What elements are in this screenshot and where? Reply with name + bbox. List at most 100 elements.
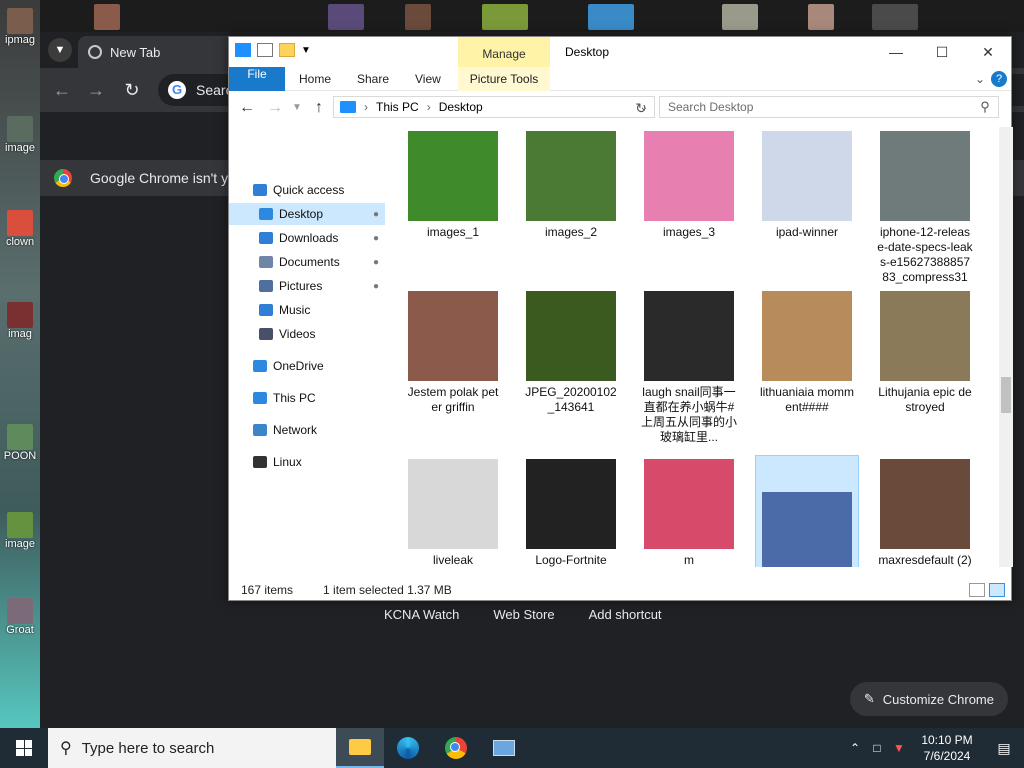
taskbar-edge[interactable]: [384, 728, 432, 768]
up-arrow-icon[interactable]: ↑: [307, 96, 331, 120]
reload-icon[interactable]: ↻: [120, 78, 144, 102]
desktop-icon[interactable]: Groat: [2, 598, 38, 636]
taskbar-chrome[interactable]: [432, 728, 480, 768]
breadcrumb-desktop[interactable]: Desktop: [439, 100, 483, 114]
desktop-thumb[interactable]: [872, 4, 918, 30]
nav-item-this-pc[interactable]: This PC: [229, 387, 385, 409]
desktop-icon[interactable]: ipmag: [2, 8, 38, 46]
properties-icon[interactable]: [257, 43, 273, 57]
file-item[interactable]: Logo-Fortnite: [519, 459, 623, 567]
shortcut-kcna-watch[interactable]: KCNA Watch: [384, 607, 459, 622]
vertical-scrollbar[interactable]: [999, 127, 1013, 567]
desktop-icon[interactable]: image: [2, 116, 38, 154]
file-item[interactable]: iphone-12-release-date-specs-leaks-e1562…: [873, 131, 977, 285]
ribbon-tab-view[interactable]: View: [415, 67, 441, 91]
customize-chrome-button[interactable]: ✎ Customize Chrome: [849, 682, 1008, 716]
close-icon[interactable]: ✕: [965, 37, 1011, 67]
desktop-thumb[interactable]: [482, 4, 528, 30]
minimize-icon[interactable]: —: [873, 37, 919, 67]
desktop-thumb[interactable]: [405, 4, 431, 30]
show-hidden-icons-icon[interactable]: ⌃: [844, 741, 866, 755]
desktop-thumb[interactable]: [808, 4, 834, 30]
nav-item-downloads[interactable]: Downloads ●: [229, 227, 385, 249]
volume-muted-icon[interactable]: ▼: [888, 741, 910, 755]
ribbon-manage-tab[interactable]: Manage: [458, 37, 550, 71]
file-item[interactable]: Mario_Kart_Wii_Logo: [755, 455, 859, 567]
taskbar-app-pc[interactable]: [480, 728, 528, 768]
explorer-titlebar: ▼ Manage Desktop — ☐ ✕: [229, 37, 1011, 71]
maximize-icon[interactable]: ☐: [919, 37, 965, 67]
desktop-icon[interactable]: POON: [2, 424, 38, 462]
desktop-thumb[interactable]: [328, 4, 364, 30]
address-bar[interactable]: › This PC › Desktop ⌄: [333, 96, 655, 118]
desktop-icon[interactable]: clown: [2, 210, 38, 248]
clock[interactable]: 10:10 PM 7/6/2024: [910, 732, 984, 764]
large-icons-view-icon[interactable]: [989, 583, 1005, 597]
file-item[interactable]: liveleak: [401, 459, 505, 567]
new-folder-icon[interactable]: [279, 43, 295, 57]
pin-icon[interactable]: ●: [373, 257, 379, 268]
pin-icon[interactable]: ●: [373, 209, 379, 220]
shortcut-web-store[interactable]: Web Store: [493, 607, 554, 622]
nav-item-pictures[interactable]: Pictures ●: [229, 275, 385, 297]
file-item[interactable]: m: [637, 459, 741, 567]
file-thumbnail: [408, 459, 498, 549]
file-item[interactable]: Jestem polak peter griffin: [401, 291, 505, 415]
ribbon-tab-share[interactable]: Share: [357, 67, 389, 91]
file-thumbnail: [880, 459, 970, 549]
file-item[interactable]: images_2: [519, 131, 623, 240]
desktop-icon-thumbnail: [7, 8, 33, 34]
taskbar-file-explorer[interactable]: [336, 728, 384, 768]
forward-arrow-icon[interactable]: →: [84, 78, 108, 102]
ribbon-tab-picture-tools[interactable]: Picture Tools: [458, 67, 550, 91]
search-input[interactable]: Search Desktop: [659, 96, 999, 118]
file-item[interactable]: maxresdefault (2): [873, 459, 977, 567]
nav-item-music[interactable]: Music: [229, 299, 385, 321]
customize-toolbar-icon[interactable]: ▼: [301, 45, 311, 56]
desktop-thumb[interactable]: [588, 4, 634, 30]
nav-item-network[interactable]: Network: [229, 419, 385, 441]
desktop-icon[interactable]: image: [2, 512, 38, 550]
search-icon[interactable]: ⚲: [973, 95, 997, 119]
shortcut-add[interactable]: Add shortcut: [589, 607, 662, 622]
tab-search-button[interactable]: ▼: [48, 38, 72, 62]
desktop-thumb[interactable]: [722, 4, 758, 30]
scrollbar-thumb[interactable]: [1001, 377, 1011, 413]
nav-item-linux[interactable]: Linux: [229, 451, 385, 473]
file-item[interactable]: JPEG_20200102_143641: [519, 291, 623, 415]
ribbon-expand-icon[interactable]: ⌄: [975, 67, 985, 91]
network-icon[interactable]: □: [866, 741, 888, 755]
breadcrumb-this-pc[interactable]: This PC: [376, 100, 419, 114]
nav-item-quick-access[interactable]: Quick access: [229, 179, 385, 201]
address-row: ← → ▼ ↑ › This PC › Desktop ⌄ ↻ Search D…: [229, 91, 1011, 125]
desktop-icon[interactable]: imag: [2, 302, 38, 340]
windows-logo-icon: [16, 740, 32, 756]
desktop-thumb[interactable]: [94, 4, 120, 30]
pin-icon[interactable]: ●: [373, 281, 379, 292]
back-arrow-icon[interactable]: ←: [235, 96, 259, 120]
file-item[interactable]: laugh snail同事一直都在养小蜗牛#上周五从同事的小玻璃缸里...: [637, 291, 741, 445]
file-item[interactable]: ipad-winner: [755, 131, 859, 240]
details-view-icon[interactable]: [969, 583, 985, 597]
desktop-top-thumbnails: [40, 0, 1024, 32]
file-item[interactable]: lithuaniaia momment####: [755, 291, 859, 415]
refresh-icon[interactable]: ↻: [629, 96, 653, 120]
nav-item-onedrive[interactable]: OneDrive: [229, 355, 385, 377]
nav-item-desktop[interactable]: Desktop ●: [229, 203, 385, 225]
file-item[interactable]: images_3: [637, 131, 741, 240]
nav-item-videos[interactable]: Videos: [229, 323, 385, 345]
file-item[interactable]: images_1: [401, 131, 505, 240]
ribbon-tab-file[interactable]: File: [229, 67, 285, 91]
recent-dropdown-icon[interactable]: ▼: [285, 96, 309, 120]
help-icon[interactable]: ?: [991, 71, 1007, 87]
file-item[interactable]: Lithujania epic destroyed: [873, 291, 977, 415]
nav-item-documents[interactable]: Documents ●: [229, 251, 385, 273]
taskbar-search[interactable]: ⚲ Type here to search: [48, 728, 336, 768]
navigation-pane: Quick access Desktop ● Downloads ● Documents ●…: [229, 127, 395, 567]
notifications-icon[interactable]: ▤: [984, 740, 1024, 757]
ribbon-tab-home[interactable]: Home: [299, 67, 331, 91]
start-button[interactable]: [0, 728, 48, 768]
forward-arrow-icon[interactable]: →: [263, 96, 287, 120]
back-arrow-icon[interactable]: ←: [50, 78, 74, 102]
pin-icon[interactable]: ●: [373, 233, 379, 244]
